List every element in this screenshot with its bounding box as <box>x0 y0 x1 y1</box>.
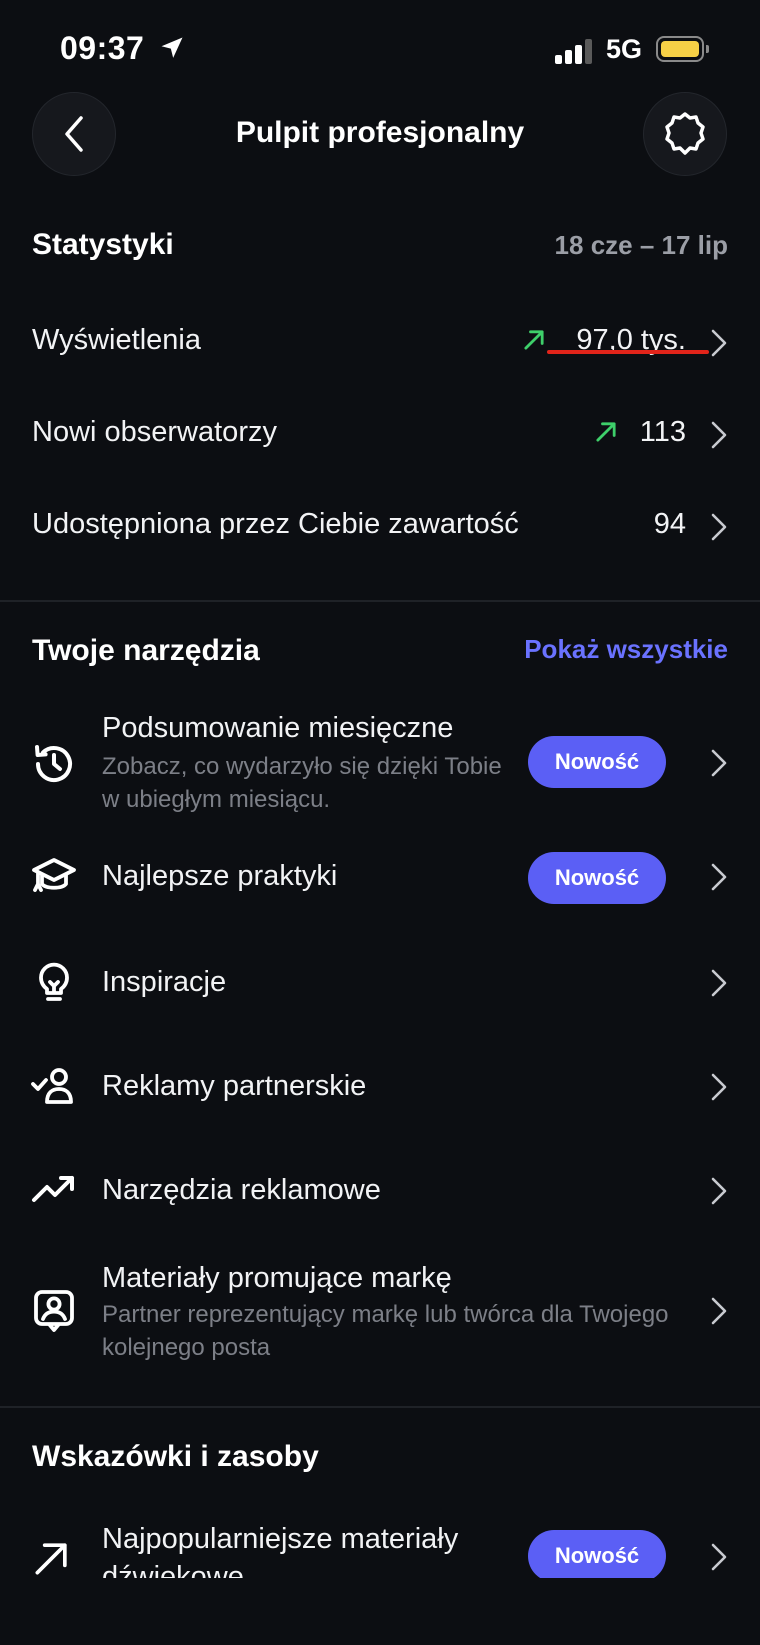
show-all-link[interactable]: Pokaż wszystkie <box>524 634 728 665</box>
chevron-right-icon <box>711 329 727 357</box>
tips-section-header: Wskazówki i zasoby <box>32 1440 728 1484</box>
stat-value: 94 <box>653 508 686 540</box>
stat-label: Nowi obserwatorzy <box>32 416 277 448</box>
top-bar: Pulpit profesjonalny <box>0 88 760 184</box>
tool-subtitle: Partner reprezentujący markę lub twórca … <box>102 1301 669 1361</box>
chevron-right-icon <box>711 513 727 541</box>
chevron-right-icon <box>711 863 727 891</box>
stats-section-header: Statystyki 18 cze – 17 lip <box>32 228 728 272</box>
chevron-right-icon <box>711 1297 727 1325</box>
stat-label: Udostępniona przez Ciebie zawartość <box>32 508 519 540</box>
graduation-cap-icon <box>32 858 76 892</box>
section-divider <box>0 1406 760 1408</box>
tool-title: Najpopularniejsze materiały dźwiękowe <box>102 1523 459 1578</box>
tool-brand-content[interactable]: Materiały promujące markę Partner reprez… <box>0 1252 760 1368</box>
tool-partner-ads[interactable]: Reklamy partnerskie <box>0 1048 760 1124</box>
tool-best-practices[interactable]: Najlepsze praktyki Nowość <box>0 840 760 916</box>
tool-subtitle: Zobacz, co wydarzyło się dzięki Tobie w … <box>102 753 502 813</box>
stat-label: Wyświetlenia <box>32 324 201 356</box>
status-time: 09:37 <box>60 30 145 66</box>
tool-monthly-summary[interactable]: Podsumowanie miesięczne Zobacz, co wydar… <box>0 706 760 816</box>
stat-row-views[interactable]: Wyświetlenia 97,0 tys. <box>0 300 760 380</box>
tool-title: Narzędzia reklamowe <box>102 1174 381 1206</box>
gear-icon <box>665 112 705 155</box>
tools-title: Twoje narzędzia <box>32 634 260 667</box>
chevron-right-icon <box>711 749 727 777</box>
tools-section-header: Twoje narzędzia Pokaż wszystkie <box>32 634 728 678</box>
tool-ad-tools[interactable]: Narzędzia reklamowe <box>0 1152 760 1228</box>
chevron-right-icon <box>711 1177 727 1205</box>
tool-title: Materiały promujące markę <box>102 1262 452 1294</box>
tool-title: Podsumowanie miesięczne <box>102 712 454 744</box>
chevron-right-icon <box>711 421 727 449</box>
new-badge: Nowość <box>528 852 666 904</box>
new-badge: Nowość <box>528 1530 666 1578</box>
trend-up-icon <box>32 1176 74 1202</box>
stat-value: 113 <box>639 416 686 448</box>
stats-title: Statystyki <box>32 228 174 261</box>
trend-up-arrow-icon <box>596 422 616 442</box>
battery-icon <box>656 36 709 62</box>
tool-title: Najlepsze praktyki <box>102 860 338 892</box>
tool-inspirations[interactable]: Inspiracje <box>0 944 760 1020</box>
chevron-right-icon <box>711 1543 727 1571</box>
chevron-right-icon <box>711 1073 727 1101</box>
brand-content-icon <box>34 1290 74 1332</box>
chevron-right-icon <box>711 969 727 997</box>
history-clock-icon <box>35 745 72 782</box>
settings-button[interactable] <box>643 92 727 176</box>
section-divider <box>0 600 760 602</box>
new-badge: Nowość <box>528 736 666 788</box>
cellular-signal-icon <box>555 38 595 64</box>
arrow-up-right-icon <box>35 1543 67 1575</box>
tool-title: Inspiracje <box>102 966 227 998</box>
status-bar: 09:37 5G <box>0 0 760 100</box>
tip-popular-sounds[interactable]: Najpopularniejsze materiały dźwiękowe No… <box>0 1512 760 1578</box>
annotation-underline <box>547 350 709 354</box>
stat-row-new-followers[interactable]: Nowi obserwatorzy 113 <box>0 392 760 472</box>
user-check-icon <box>31 1068 73 1104</box>
stats-date-range: 18 cze – 17 lip <box>554 230 728 260</box>
trend-up-arrow-icon <box>524 330 544 350</box>
network-type: 5G <box>606 34 643 64</box>
stat-row-shared-content[interactable]: Udostępniona przez Ciebie zawartość 94 <box>0 484 760 564</box>
location-arrow-icon <box>161 37 183 58</box>
tips-title: Wskazówki i zasoby <box>32 1440 319 1473</box>
tool-title: Reklamy partnerskie <box>102 1070 367 1102</box>
lightbulb-icon <box>39 962 69 1001</box>
